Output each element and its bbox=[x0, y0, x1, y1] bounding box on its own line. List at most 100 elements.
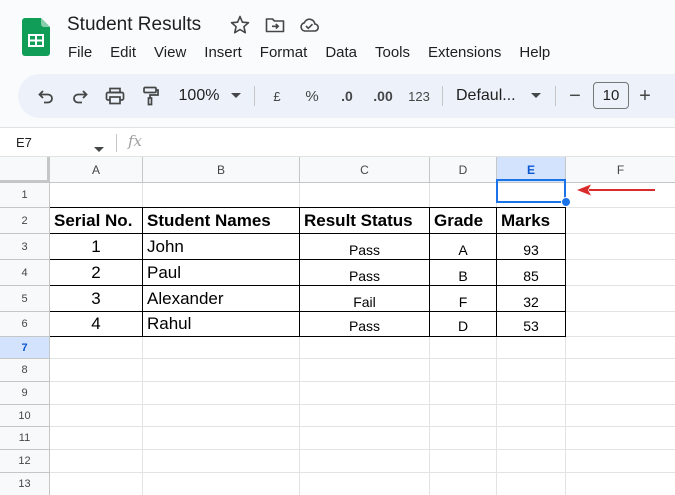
row-header-13[interactable]: 13 bbox=[0, 473, 50, 495]
row-header-8[interactable]: 8 bbox=[0, 359, 50, 382]
paint-format-button[interactable] bbox=[138, 74, 162, 118]
annotation-arrow-icon bbox=[575, 183, 657, 202]
sheet-grid[interactable]: A B C D E F 1 2 3 4 5 6 7 8 9 10 11 12 1… bbox=[0, 157, 675, 495]
cell-marks[interactable]: 53 bbox=[497, 314, 565, 338]
menu-view[interactable]: View bbox=[145, 43, 195, 63]
row-header-4[interactable]: 4 bbox=[0, 260, 50, 286]
currency-format-button[interactable]: £ bbox=[267, 74, 287, 118]
font-family-select[interactable]: Defaul... bbox=[456, 74, 522, 118]
fill-handle[interactable] bbox=[561, 197, 571, 207]
toolbar: 100% £ % .0 .00 123 Defaul... − + bbox=[18, 74, 675, 118]
decrease-decimal-label: .0 bbox=[341, 88, 353, 104]
row-header-2[interactable]: 2 bbox=[0, 208, 50, 234]
menu-data[interactable]: Data bbox=[316, 43, 366, 63]
header-serial-no[interactable]: Serial No. bbox=[50, 208, 142, 233]
column-header-b[interactable]: B bbox=[143, 157, 300, 183]
toolbar-divider bbox=[254, 86, 255, 106]
menu-bar: File Edit View Insert Format Data Tools … bbox=[59, 43, 559, 63]
cell-student-name[interactable]: Alexander bbox=[143, 286, 299, 311]
column-header-d[interactable]: D bbox=[430, 157, 497, 183]
column-header-f[interactable]: F bbox=[566, 157, 675, 183]
gridline bbox=[566, 259, 675, 260]
decrease-font-size-button[interactable]: − bbox=[566, 74, 584, 118]
gridline bbox=[566, 233, 675, 234]
cell-student-name[interactable]: Rahul bbox=[143, 312, 299, 336]
row-header-6[interactable]: 6 bbox=[0, 312, 50, 337]
menu-insert[interactable]: Insert bbox=[195, 43, 251, 63]
column-header-a[interactable]: A bbox=[50, 157, 143, 183]
increase-font-size-button[interactable]: + bbox=[636, 74, 654, 118]
row-header-11[interactable]: 11 bbox=[0, 427, 50, 450]
row-header-7[interactable]: 7 bbox=[0, 337, 50, 359]
document-title[interactable]: Student Results bbox=[67, 14, 201, 36]
row-header-3[interactable]: 3 bbox=[0, 234, 50, 260]
menu-file[interactable]: File bbox=[59, 43, 101, 63]
gridline bbox=[566, 311, 675, 312]
toolbar-divider bbox=[555, 86, 556, 106]
star-icon[interactable] bbox=[229, 14, 251, 36]
spreadsheet-window: Student Results File Edit View Insert Fo… bbox=[0, 0, 675, 495]
name-box-dropdown-icon[interactable] bbox=[94, 140, 104, 158]
cell-serial[interactable]: 4 bbox=[50, 312, 142, 336]
number-format-button[interactable]: 123 bbox=[406, 74, 432, 118]
fx-icon: fx bbox=[128, 132, 143, 150]
formula-divider bbox=[116, 134, 117, 152]
cell-serial[interactable]: 2 bbox=[50, 260, 142, 285]
row-header-9[interactable]: 9 bbox=[0, 382, 50, 405]
header-grade[interactable]: Grade bbox=[430, 208, 496, 233]
header-student-names[interactable]: Student Names bbox=[143, 208, 299, 233]
cell-marks[interactable]: 32 bbox=[497, 289, 565, 314]
row-header-5[interactable]: 5 bbox=[0, 286, 50, 312]
menu-format[interactable]: Format bbox=[251, 43, 317, 63]
cell-student-name[interactable]: John bbox=[143, 234, 299, 259]
cell-marks[interactable]: 85 bbox=[497, 263, 565, 288]
formula-bar: E7 fx bbox=[0, 127, 675, 157]
cell-grade[interactable]: B bbox=[430, 263, 496, 288]
menu-help[interactable]: Help bbox=[510, 43, 559, 63]
name-box[interactable]: E7 bbox=[16, 135, 32, 150]
selected-cell-e7[interactable] bbox=[496, 179, 566, 203]
cell-result-status[interactable]: Pass bbox=[300, 314, 429, 338]
gridline bbox=[50, 449, 675, 450]
cell-result-status[interactable]: Pass bbox=[300, 263, 429, 288]
row-header-1[interactable]: 1 bbox=[0, 183, 50, 208]
font-dropdown-icon[interactable] bbox=[528, 74, 544, 118]
increase-decimal-button[interactable]: .00 bbox=[368, 74, 398, 118]
sheets-logo-icon[interactable] bbox=[22, 18, 50, 56]
print-button[interactable] bbox=[103, 74, 127, 118]
gridline bbox=[50, 426, 675, 427]
menu-tools[interactable]: Tools bbox=[366, 43, 419, 63]
undo-button[interactable] bbox=[34, 74, 58, 118]
cell-student-name[interactable]: Paul bbox=[143, 260, 299, 285]
gridline bbox=[50, 404, 675, 405]
header-marks[interactable]: Marks bbox=[497, 208, 565, 233]
menu-extensions[interactable]: Extensions bbox=[419, 43, 510, 63]
gridline bbox=[566, 285, 675, 286]
cloud-status-icon[interactable] bbox=[298, 14, 320, 36]
column-header-c[interactable]: C bbox=[300, 157, 430, 183]
gridline bbox=[50, 472, 675, 473]
select-all-corner[interactable] bbox=[0, 157, 50, 183]
table-border bbox=[565, 207, 566, 337]
cell-grade[interactable]: D bbox=[430, 314, 496, 338]
zoom-select[interactable]: 100% bbox=[174, 74, 224, 118]
font-size-input[interactable]: 10 bbox=[593, 82, 629, 109]
cell-result-status[interactable]: Fail bbox=[300, 289, 429, 314]
zoom-dropdown-icon[interactable] bbox=[228, 74, 244, 118]
cell-serial[interactable]: 3 bbox=[50, 286, 142, 311]
cell-marks[interactable]: 93 bbox=[497, 237, 565, 262]
row-header-10[interactable]: 10 bbox=[0, 405, 50, 427]
move-folder-icon[interactable] bbox=[264, 14, 286, 36]
cell-grade[interactable]: F bbox=[430, 289, 496, 314]
redo-button[interactable] bbox=[68, 74, 92, 118]
decrease-decimal-button[interactable]: .0 bbox=[334, 74, 360, 118]
cell-grade[interactable]: A bbox=[430, 237, 496, 262]
percent-format-button[interactable]: % bbox=[302, 74, 322, 118]
row-header-12[interactable]: 12 bbox=[0, 450, 50, 473]
menu-edit[interactable]: Edit bbox=[101, 43, 145, 63]
increase-decimal-label: .00 bbox=[373, 88, 393, 104]
toolbar-divider bbox=[442, 86, 443, 106]
header-result-status[interactable]: Result Status bbox=[300, 208, 429, 233]
cell-result-status[interactable]: Pass bbox=[300, 237, 429, 262]
cell-serial[interactable]: 1 bbox=[50, 234, 142, 259]
